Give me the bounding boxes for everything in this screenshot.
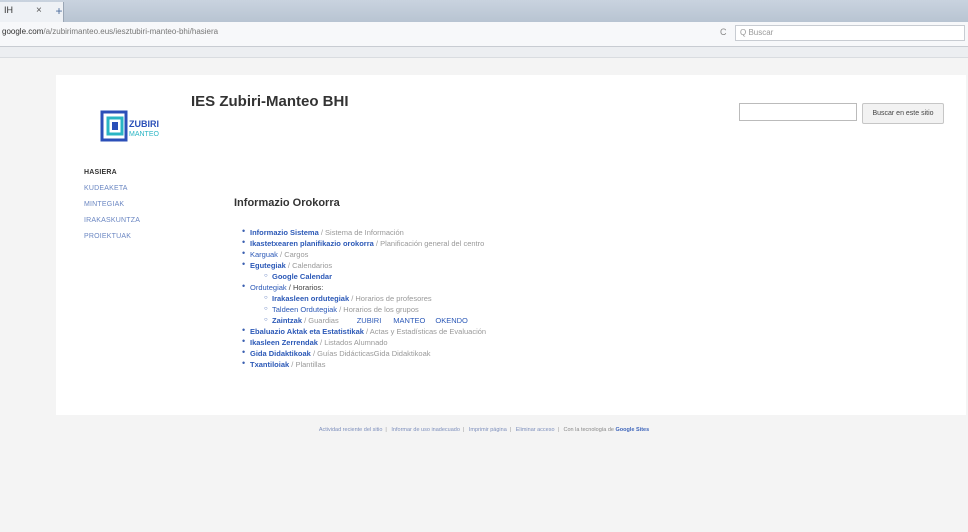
list-item-translation: / Sistema de Información bbox=[318, 228, 404, 237]
sidebar-nav: HASIERA KUDEAKETA MINTEGIAK IRAKASKUNTZA… bbox=[84, 165, 194, 245]
list-item: Ikastetxearen planifikazio orokorra / Pl… bbox=[242, 237, 794, 249]
list-item-translation: / Horarios de los grupos bbox=[337, 305, 419, 314]
list-item: Ikasleen Zerrendak / Listados Alumnado bbox=[242, 336, 794, 348]
link-okendo[interactable]: OKENDO bbox=[435, 316, 468, 325]
list-item: Gida Didaktikoak / Guías DidácticasGida … bbox=[242, 347, 794, 359]
browser-search-input[interactable]: Q Buscar bbox=[735, 25, 965, 41]
tab-title: IH bbox=[4, 5, 13, 15]
site-search-button[interactable]: Buscar en este sitio bbox=[862, 103, 944, 124]
sidebar-item-irakaskuntza[interactable]: IRAKASKUNTZA bbox=[84, 213, 194, 229]
site-search-input[interactable] bbox=[739, 103, 857, 121]
list-item: Egutegiak / Calendarios bbox=[242, 259, 794, 271]
list-item: Karguak / Cargos bbox=[242, 248, 794, 260]
link-gida-didaktikoak[interactable]: Gida Didaktikoak bbox=[250, 349, 311, 358]
url-path: /a/zubirimanteo.eus/iesztubiri-manteo-bh… bbox=[43, 27, 219, 36]
list-subitem: Google Calendar bbox=[250, 271, 794, 282]
list-subitem: Zaintzak / Guardias ZUBIRI MANTEO OKENDO bbox=[250, 315, 794, 326]
site-header: ZUBIRI MANTEO IES Zubiri-Manteo BHI Busc… bbox=[56, 75, 966, 149]
list-item-translation: / Cargos bbox=[277, 250, 309, 259]
logo-core bbox=[112, 122, 118, 130]
footer-link-remove-access[interactable]: Eliminar acceso bbox=[516, 427, 555, 433]
browser-toolbar bbox=[0, 47, 968, 58]
footer-separator: | bbox=[385, 427, 387, 433]
close-tab-icon[interactable]: × bbox=[36, 5, 42, 16]
sidebar-item-kudeaketa[interactable]: KUDEAKETA bbox=[84, 181, 194, 197]
footer-separator: | bbox=[462, 427, 465, 433]
list-item-translation: / Plantillas bbox=[289, 360, 326, 369]
link-informazio-sistema[interactable]: Informazio Sistema bbox=[250, 228, 319, 237]
new-tab-button[interactable]: + bbox=[48, 2, 70, 20]
footer-powered-by: Con la tecnología de bbox=[563, 427, 614, 433]
list-item-translation: / Horarios: bbox=[286, 283, 324, 292]
site-title[interactable]: IES Zubiri-Manteo BHI bbox=[191, 93, 349, 110]
sidebar-item-mintegiak[interactable]: MINTEGIAK bbox=[84, 197, 194, 213]
site-footer: Actividad reciente del sitio | Informar d… bbox=[0, 427, 968, 433]
list-item: Txantiloiak / Plantillas bbox=[242, 358, 794, 370]
logo-text-bottom: MANTEO bbox=[129, 131, 160, 138]
link-egutegiak[interactable]: Egutegiak bbox=[250, 261, 286, 270]
link-google-calendar[interactable]: Google Calendar bbox=[272, 272, 332, 281]
list-item-translation: / Horarios de profesores bbox=[349, 294, 432, 303]
link-txantiloiak[interactable]: Txantiloiak bbox=[250, 360, 289, 369]
footer-link-recent-activity[interactable]: Actividad reciente del sitio bbox=[319, 427, 383, 433]
link-irakasleen-ordutegiak[interactable]: Irakasleen ordutegiak bbox=[272, 294, 349, 303]
main-content: Informazio Orokorra Informazio Sistema /… bbox=[234, 197, 794, 370]
link-zaintzak[interactable]: Zaintzak bbox=[272, 316, 302, 325]
link-ikasleen-zerrendak[interactable]: Ikasleen Zerrendak bbox=[250, 338, 318, 347]
footer-separator: | bbox=[509, 427, 512, 433]
link-karguak[interactable]: Karguak bbox=[250, 250, 278, 259]
list-item: Informazio Sistema / Sistema de Informac… bbox=[242, 226, 794, 238]
url-host: google.com bbox=[2, 27, 44, 36]
site-page: ZUBIRI MANTEO IES Zubiri-Manteo BHI Busc… bbox=[56, 75, 966, 415]
list-item-translation: / Planificación general del centro bbox=[373, 239, 485, 248]
footer-separator: | bbox=[557, 427, 559, 433]
logo-text-top: ZUBIRI bbox=[129, 119, 159, 129]
link-manteo[interactable]: MANTEO bbox=[393, 316, 425, 325]
sidebar-item-proiektuak[interactable]: PROIEKTUAK bbox=[84, 229, 194, 245]
school-logo[interactable]: ZUBIRI MANTEO bbox=[100, 110, 166, 144]
link-ebaluazio-aktak[interactable]: Ebaluazio Aktak eta Estatistikak bbox=[250, 327, 364, 336]
list-item-translation: / Actas y Estadísticas de Evaluación bbox=[363, 327, 487, 336]
info-list: Informazio Sistema / Sistema de Informac… bbox=[234, 226, 794, 370]
address-bar: google.com/a/zubirimanteo.eus/iesztubiri… bbox=[0, 22, 968, 47]
link-zubiri[interactable]: ZUBIRI bbox=[357, 316, 382, 325]
list-item-translation: / Listados Alumnado bbox=[317, 338, 388, 347]
list-item: Ebaluazio Aktak eta Estatistikak / Actas… bbox=[242, 325, 794, 337]
footer-link-report-abuse[interactable]: Informar de uso inadecuado bbox=[391, 427, 460, 433]
footer-link-print-page[interactable]: Imprimir página bbox=[469, 427, 507, 433]
link-taldeen-ordutegiak[interactable]: Taldeen Ordutegiak bbox=[272, 305, 337, 314]
list-subitem: Taldeen Ordutegiak / Horarios de los gru… bbox=[250, 304, 794, 315]
url-field[interactable]: google.com/a/zubirimanteo.eus/iesztubiri… bbox=[2, 27, 742, 41]
list-item-translation: / Guías DidácticasGida Didaktikoak bbox=[310, 349, 431, 358]
list-subitem: Irakasleen ordutegiak / Horarios de prof… bbox=[250, 293, 794, 304]
list-item-translation: / Calendarios bbox=[285, 261, 333, 270]
reload-icon[interactable]: C bbox=[720, 27, 727, 37]
browser-tab-bar: IH × + bbox=[0, 0, 968, 22]
list-item: Ordutegiak / Horarios: bbox=[242, 281, 794, 293]
link-planifikazio[interactable]: Ikastetxearen planifikazio orokorra bbox=[250, 239, 374, 248]
page-heading: Informazio Orokorra bbox=[234, 197, 340, 209]
sidebar-item-hasiera[interactable]: HASIERA bbox=[84, 165, 194, 181]
link-ordutegiak[interactable]: Ordutegiak bbox=[250, 283, 287, 292]
footer-google-sites-link[interactable]: Google Sites bbox=[616, 427, 650, 433]
list-item-translation: / Guardias bbox=[302, 316, 339, 325]
